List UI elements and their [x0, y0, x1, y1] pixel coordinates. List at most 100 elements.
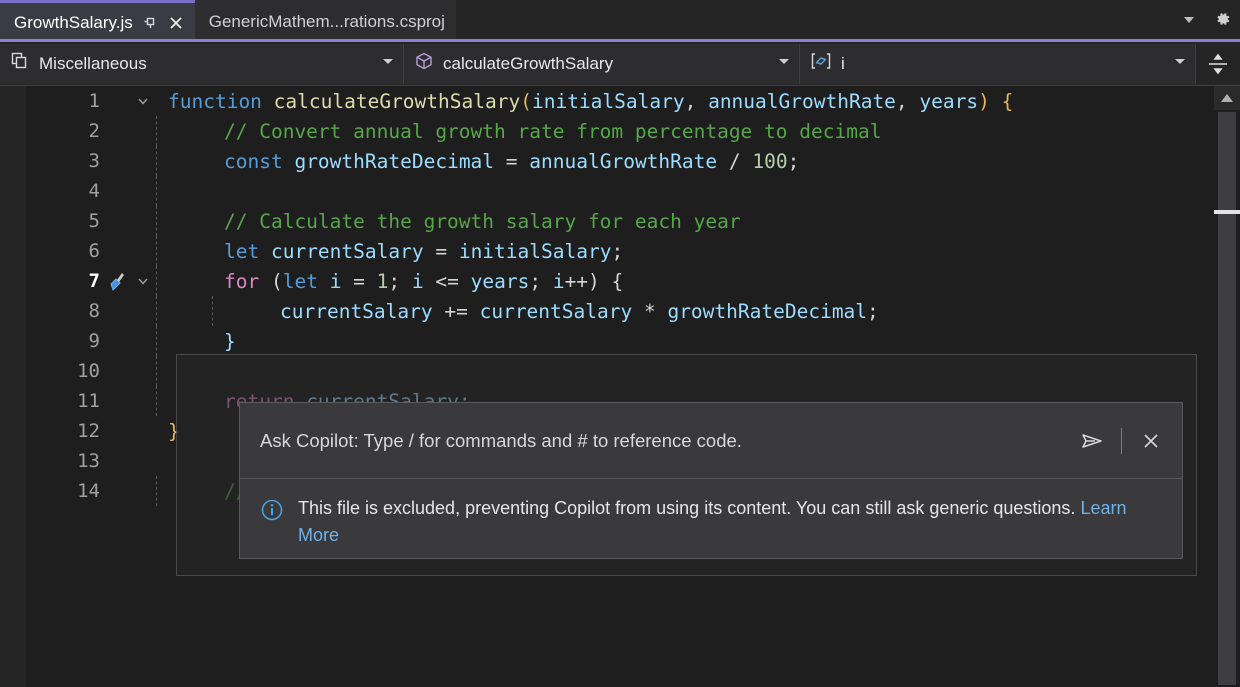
indent-guide — [156, 476, 157, 506]
code-token: growthRateDecimal — [667, 300, 867, 323]
cube-icon — [414, 51, 434, 76]
indent-guide — [156, 326, 157, 356]
code-line[interactable]: 5// Calculate the growth salary for each… — [26, 206, 1240, 236]
code-line[interactable]: 8currentSalary += currentSalary * growth… — [26, 296, 1240, 326]
chevron-down-icon[interactable] — [767, 54, 791, 73]
split-horizontal-icon — [1207, 53, 1229, 75]
send-icon[interactable] — [1077, 426, 1107, 456]
code-text[interactable]: } — [156, 330, 236, 353]
code-line[interactable]: 2 // Convert annual growth rate from perc… — [26, 116, 1240, 146]
member-dropdown[interactable]: calculateGrowthSalary — [404, 44, 800, 84]
line-number: 2 — [26, 120, 104, 142]
indent-guide — [156, 206, 157, 236]
code-token: = — [494, 150, 529, 173]
line-number: 14 — [26, 480, 104, 502]
project-dropdown[interactable]: Miscellaneous — [0, 44, 404, 84]
code-text[interactable]: function calculateGrowthSalary(initialSa… — [156, 90, 1013, 113]
code-token: initialSalary — [459, 240, 612, 263]
code-token: i — [553, 270, 565, 293]
code-token: ( — [520, 90, 532, 113]
code-text[interactable]: for (let i = 1; i <= years; i++) { — [156, 270, 623, 293]
code-token: ; — [611, 240, 623, 263]
indent-guide — [156, 386, 157, 416]
code-token: , — [896, 90, 919, 113]
line-number: 4 — [26, 180, 104, 202]
code-token: * — [632, 300, 667, 323]
code-token: i — [412, 270, 424, 293]
indicator-margin — [0, 86, 26, 687]
line-number: 13 — [26, 450, 104, 472]
line-number: 6 — [26, 240, 104, 262]
scrollbar-track[interactable] — [1218, 112, 1236, 685]
local-variable-icon — [810, 51, 832, 76]
line-number: 3 — [26, 150, 104, 172]
code-token: for — [224, 270, 271, 293]
copilot-prompt-input[interactable]: Ask Copilot: Type / for commands and # t… — [260, 430, 1077, 452]
indent-guide — [156, 266, 157, 296]
code-token: 1 — [377, 270, 389, 293]
chevron-down-icon[interactable] — [1180, 10, 1198, 33]
line-number: 10 — [26, 360, 104, 382]
code-token: years — [919, 90, 978, 113]
tab-strip-controls — [1180, 0, 1232, 42]
symbol-dropdown[interactable]: i — [800, 44, 1196, 84]
copilot-sparkle-icon[interactable] — [104, 270, 130, 292]
code-token: i — [330, 270, 342, 293]
code-token: const — [224, 150, 294, 173]
close-icon[interactable] — [168, 15, 184, 31]
code-token: <= — [424, 270, 471, 293]
breadcrumb-navigation-bar: Miscellaneous calculateGrowthSalary — [0, 42, 1240, 86]
code-text[interactable]: // Convert annual growth rate from perce… — [156, 120, 881, 143]
fold-toggle-icon[interactable] — [130, 273, 156, 289]
code-text[interactable]: const growthRateDecimal = annualGrowthRa… — [156, 150, 799, 173]
chevron-down-icon[interactable] — [1163, 54, 1187, 73]
fold-toggle-icon[interactable] — [130, 93, 156, 109]
indent-guide — [156, 296, 157, 326]
code-token: ) — [588, 270, 600, 293]
tab-growthsalary-js[interactable]: GrowthSalary.js — [0, 0, 195, 42]
vertical-scrollbar[interactable] — [1214, 86, 1240, 687]
tab-label: GenericMathem...rations.csproj — [209, 13, 445, 30]
code-text[interactable]: let currentSalary = initialSalary; — [156, 240, 623, 263]
gear-icon[interactable] — [1212, 9, 1232, 34]
code-line[interactable]: 6 let currentSalary = initialSalary; — [26, 236, 1240, 266]
line-number: 12 — [26, 420, 104, 442]
indent-guide — [156, 176, 157, 206]
code-token: currentSalary — [280, 300, 433, 323]
code-line[interactable]: 7for (let i = 1; i <= years; i++) { — [26, 266, 1240, 296]
split-editor-button[interactable] — [1196, 42, 1240, 86]
code-line[interactable]: 1 function calculateGrowthSalary(initialS… — [26, 86, 1240, 116]
code-text[interactable]: currentSalary += currentSalary * growthR… — [156, 300, 879, 323]
close-icon[interactable] — [1136, 426, 1166, 456]
indent-guide — [156, 356, 157, 386]
code-text[interactable]: // Calculate the growth salary for each … — [156, 210, 741, 233]
code-token: = — [424, 240, 459, 263]
member-dropdown-label: calculateGrowthSalary — [443, 54, 758, 74]
code-token: // Convert annual growth rate from perce… — [224, 120, 881, 143]
tab-genericmathematicaloperations-csproj[interactable]: GenericMathem...rations.csproj — [195, 0, 456, 42]
copilot-exclusion-notice: This file is excluded, preventing Copilo… — [240, 479, 1182, 549]
indent-guide — [156, 236, 157, 266]
chevron-down-icon[interactable] — [371, 54, 395, 73]
code-token: { — [1002, 90, 1014, 113]
code-token — [600, 270, 612, 293]
copilot-input-row[interactable]: Ask Copilot: Type / for commands and # t… — [240, 403, 1182, 479]
tab-strip: GrowthSalary.js — [0, 0, 1240, 42]
tab-label: GrowthSalary.js — [14, 14, 133, 31]
pin-icon[interactable] — [142, 15, 158, 31]
code-editor[interactable]: 1 function calculateGrowthSalary(initialS… — [0, 86, 1240, 687]
indent-guide — [212, 296, 213, 326]
copilot-notice-text: This file is excluded, preventing Copilo… — [298, 495, 1138, 549]
line-number: 1 — [26, 90, 104, 112]
code-line[interactable]: 4 — [26, 176, 1240, 206]
info-icon — [260, 498, 284, 549]
code-token: ) — [978, 90, 990, 113]
code-line[interactable]: 9} — [26, 326, 1240, 356]
code-token: currentSalary — [480, 300, 633, 323]
code-token: function — [168, 90, 274, 113]
code-token: , — [685, 90, 708, 113]
code-line[interactable]: 3 const growthRateDecimal = annualGrowthR… — [26, 146, 1240, 176]
copilot-inline-chat[interactable]: Ask Copilot: Type / for commands and # t… — [239, 402, 1183, 559]
code-token: ; — [529, 270, 552, 293]
scroll-up-icon[interactable] — [1214, 86, 1240, 110]
